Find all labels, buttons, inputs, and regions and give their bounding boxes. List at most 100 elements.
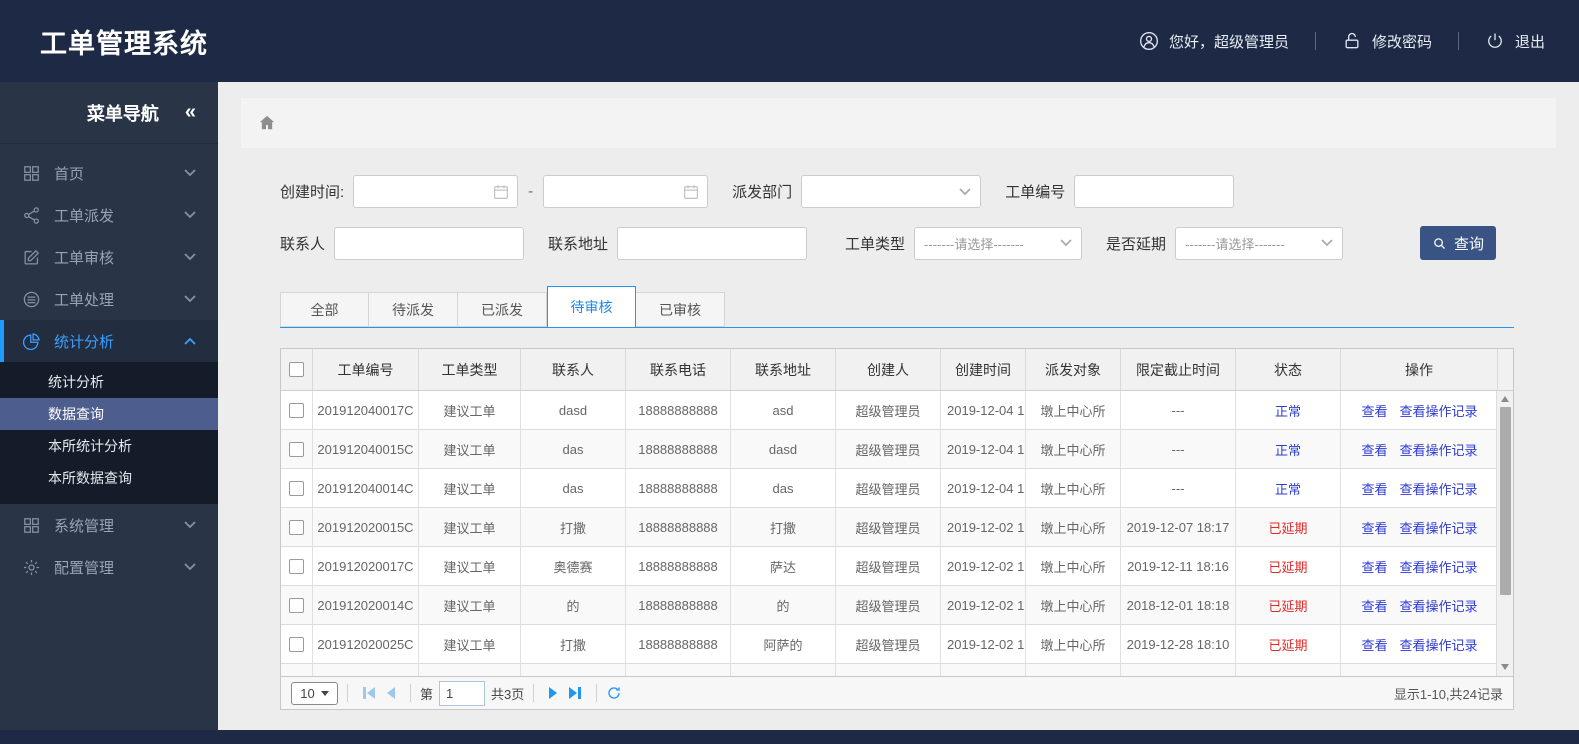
sidebar-item-dispatch[interactable]: 工单派发 (0, 194, 218, 236)
tab-label: 已审核 (659, 301, 701, 318)
submenu-item-branch-statistics[interactable]: 本所统计分析 (0, 430, 218, 462)
cell-phone: 18888888888 (626, 391, 731, 429)
cell-target: 墩上中心所 (1026, 391, 1121, 429)
view-log-link[interactable]: 查看操作记录 (1400, 596, 1478, 615)
row-checkbox[interactable] (289, 480, 304, 496)
cell-phone: 18888888888 (626, 469, 731, 507)
order-no-label: 工单编号 (1005, 184, 1066, 201)
row-checkbox[interactable] (289, 402, 304, 418)
view-log-link[interactable]: 查看操作记录 (1400, 518, 1478, 537)
tab-pending-dispatch[interactable]: 待派发 (369, 292, 458, 327)
page-number-input[interactable] (439, 680, 486, 706)
view-link[interactable]: 查看 (1361, 635, 1387, 654)
user-greeting[interactable]: 您好，超级管理员 (1139, 31, 1289, 52)
submenu-item-branch-data-query[interactable]: 本所数据查询 (0, 462, 218, 494)
tab-dispatched[interactable]: 已派发 (458, 292, 547, 327)
cell-deadline: --- (1121, 391, 1236, 429)
home-icon[interactable] (257, 113, 277, 133)
view-log-link[interactable]: 查看操作记录 (1400, 479, 1478, 498)
chevron-down-icon (184, 253, 196, 261)
calendar-icon[interactable] (682, 183, 700, 201)
first-page-button[interactable] (357, 687, 381, 699)
scrollbar-thumb[interactable] (1499, 407, 1511, 595)
next-page-button[interactable] (543, 687, 563, 699)
cell-creator: 超级管理员 (836, 547, 941, 585)
sidebar-item-statistics[interactable]: 统计分析 (0, 320, 218, 362)
table-scrollbar[interactable] (1496, 391, 1513, 676)
created-time-end-input[interactable] (543, 175, 709, 208)
tab-all[interactable]: 全部 (280, 292, 369, 327)
sidebar-item-home[interactable]: 首页 (0, 152, 218, 194)
view-log-link[interactable]: 查看操作记录 (1400, 401, 1478, 420)
grid-icon (24, 165, 39, 181)
row-checkbox[interactable] (289, 675, 304, 676)
cell-target: 墩上中心所 (1026, 430, 1121, 468)
chevron-down-icon (184, 169, 196, 177)
row-checkbox[interactable] (289, 636, 304, 652)
prev-page-button[interactable] (381, 687, 401, 699)
tab-reviewed[interactable]: 已审核 (636, 292, 725, 327)
search-button[interactable]: 查询 (1420, 226, 1496, 260)
last-page-button[interactable] (563, 687, 587, 699)
view-log-link[interactable]: 查看操作记录 (1400, 440, 1478, 459)
sidebar-menu: 首页 工单派发 工单审核 工单处理 统计分析 统计分析 数据查询 本所统计分析 … (0, 152, 218, 588)
row-checkbox[interactable] (289, 519, 304, 535)
row-checkbox[interactable] (289, 441, 304, 457)
sidebar-item-label: 工单处理 (54, 291, 115, 309)
cell-created: 2019-12-04 15 (941, 430, 1026, 468)
created-time-label: 创建时间: (280, 184, 345, 201)
change-password-button[interactable]: 修改密码 (1342, 31, 1432, 52)
page-total-label: 共3页 (491, 686, 525, 702)
scroll-up-arrow-icon[interactable] (1501, 396, 1509, 402)
delay-select[interactable]: -------请选择------- (1175, 226, 1344, 260)
chevron-down-icon (184, 211, 196, 219)
sidebar-collapse-icon[interactable]: « (185, 101, 196, 124)
refresh-icon[interactable] (606, 685, 622, 701)
tab-pending-review[interactable]: 待审核 (547, 286, 636, 328)
cell-address: asd (731, 391, 836, 429)
created-time-start-input[interactable] (353, 175, 519, 208)
submenu-label: 本所统计分析 (48, 438, 132, 454)
sidebar: 菜单导航 « 首页 工单派发 工单审核 工单处理 统计分析 统计分析 数据查询 … (0, 82, 218, 730)
scroll-down-arrow-icon[interactable] (1501, 664, 1509, 670)
work-order-table: 工单编号 工单类型 联系人 联系电话 联系地址 创建人 创建时间 派发对象 限定… (280, 348, 1514, 677)
view-link[interactable]: 查看 (1361, 440, 1387, 459)
search-button-label: 查询 (1453, 235, 1484, 253)
view-link[interactable]: 查看 (1361, 401, 1387, 420)
submenu-item-data-query[interactable]: 数据查询 (0, 398, 218, 430)
cell-created: 2019-12-02 17 (941, 625, 1026, 663)
cell-created: 2019-12-04 15 (941, 391, 1026, 429)
chevron-down-icon (1060, 239, 1072, 247)
submenu-item-statistics[interactable]: 统计分析 (0, 366, 218, 398)
cell-contact (521, 664, 626, 676)
view-link[interactable]: 查看 (1361, 479, 1387, 498)
sidebar-item-system[interactable]: 系统管理 (0, 504, 218, 546)
sidebar-item-review[interactable]: 工单审核 (0, 236, 218, 278)
contact-input[interactable] (334, 226, 525, 260)
calendar-icon[interactable] (492, 183, 510, 201)
order-type-select[interactable]: -------请选择------- (914, 226, 1083, 260)
table-row: 201912020017C 建议工单 奥德赛 18888888888 萨达 超级… (281, 547, 1513, 586)
sidebar-item-config[interactable]: 配置管理 (0, 546, 218, 588)
cell-creator: 超级管理员 (836, 586, 941, 624)
sidebar-item-process[interactable]: 工单处理 (0, 278, 218, 320)
row-checkbox[interactable] (289, 597, 304, 613)
view-link[interactable]: 查看 (1361, 596, 1387, 615)
col-deadline: 限定截止时间 (1121, 349, 1236, 390)
logout-button[interactable]: 退出 (1485, 31, 1545, 52)
view-link[interactable]: 查看 (1361, 518, 1387, 537)
page-size-select[interactable]: 10 (291, 681, 338, 705)
address-input[interactable] (617, 226, 808, 260)
table-row: 201912020015C 建议工单 打撒 18888888888 打撒 超级管… (281, 508, 1513, 547)
select-all-checkbox[interactable] (289, 362, 304, 377)
row-checkbox[interactable] (289, 558, 304, 574)
view-link[interactable]: 查看 (1361, 557, 1387, 576)
order-no-input[interactable] (1074, 175, 1235, 208)
view-log-link[interactable]: 查看操作记录 (1400, 557, 1478, 576)
view-log-link[interactable]: 查看操作记录 (1400, 635, 1478, 654)
cell-address: 的 (731, 586, 836, 624)
pie-chart-icon (22, 332, 40, 350)
grid-icon (24, 517, 39, 533)
dispatch-dept-select[interactable] (801, 175, 982, 208)
breadcrumb (240, 97, 1557, 149)
